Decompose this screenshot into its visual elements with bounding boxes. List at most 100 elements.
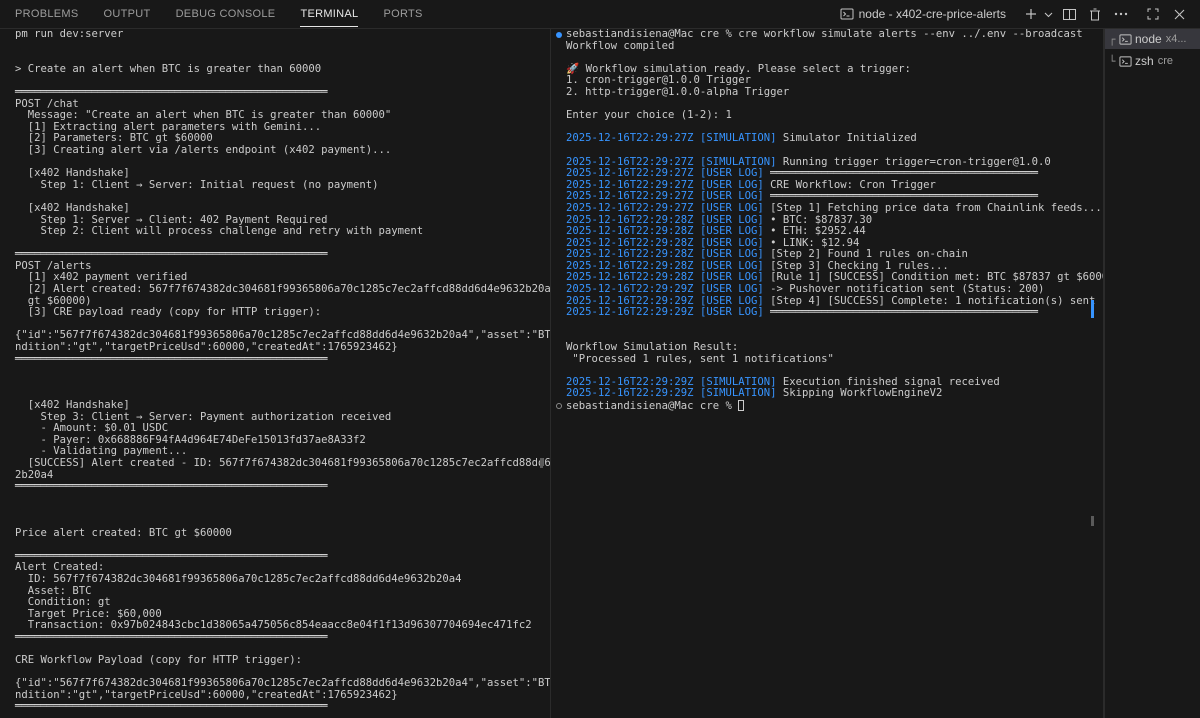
terminal-line: ════════════════════════════════════════… bbox=[15, 248, 328, 261]
terminal-output-left[interactable]: pm run dev:server > Create an alert when… bbox=[0, 29, 550, 718]
log-text: ════════════════════════════════════════… bbox=[763, 190, 1038, 203]
terminal-line: Price alert created: BTC gt $60000 bbox=[15, 526, 232, 539]
line-text bbox=[566, 98, 572, 110]
plus-icon[interactable] bbox=[1020, 3, 1042, 25]
terminal-line: ════════════════════════════════════════… bbox=[15, 700, 328, 713]
maximize-icon[interactable] bbox=[1142, 3, 1164, 25]
log-timestamp: 2025-12-16T22:29:29Z bbox=[566, 375, 694, 388]
log-tag: [USER LOG] bbox=[699, 201, 764, 214]
terminal-output-right[interactable]: sebastiandisiena@Mac cre % cre workflow … bbox=[551, 29, 1103, 413]
log-tag: [USER LOG] bbox=[699, 283, 764, 296]
close-icon[interactable] bbox=[1168, 3, 1190, 25]
tab-problems[interactable]: PROBLEMS bbox=[15, 0, 79, 28]
split-terminal-icon[interactable] bbox=[1058, 3, 1080, 25]
line-text: Enter your choice (1-2): 1 bbox=[566, 109, 732, 122]
terminal-line: ID: 567f7f674382dc304681f99365806a70c128… bbox=[15, 572, 462, 585]
command-success-marker[interactable] bbox=[556, 32, 562, 38]
terminal-selector[interactable]: node - x402-cre-price-alerts bbox=[840, 7, 1006, 21]
log-tag: [USER LOG] bbox=[699, 294, 764, 307]
scrollbar-left[interactable] bbox=[540, 458, 543, 468]
terminal-line: ════════════════════════════════════════… bbox=[15, 85, 328, 98]
log-text: CRE Workflow: Cron Trigger bbox=[763, 178, 936, 191]
log-tag: [USER LOG] bbox=[699, 236, 764, 249]
terminal-list: ┌ node x4... └ zsh cre bbox=[1104, 29, 1200, 718]
terminal-list-item-zsh[interactable]: └ zsh cre bbox=[1105, 51, 1200, 71]
chevron-down-icon[interactable] bbox=[1042, 3, 1054, 25]
log-timestamp: 2025-12-16T22:29:29Z bbox=[566, 306, 694, 319]
terminal-line: [3] Creating alert via /alerts endpoint … bbox=[15, 143, 392, 156]
log-timestamp: 2025-12-16T22:29:28Z bbox=[566, 271, 694, 284]
log-timestamp: 2025-12-16T22:29:28Z bbox=[566, 248, 694, 261]
terminal-line: "Processed 1 rules, sent 1 notifications… bbox=[566, 352, 1103, 366]
terminal-list-item-node[interactable]: ┌ node x4... bbox=[1105, 29, 1200, 49]
log-text: Simulator Initialized bbox=[776, 132, 917, 145]
line-text bbox=[566, 364, 572, 376]
terminal-line: [SUCCESS] Alert created - ID: 567f7f6743… bbox=[15, 456, 550, 469]
log-text: • LINK: $12.94 bbox=[763, 236, 860, 249]
tab-ports[interactable]: PORTS bbox=[383, 0, 422, 28]
terminal-line: Workflow compiled bbox=[566, 39, 1103, 53]
scrollbar-right[interactable] bbox=[1091, 516, 1094, 526]
line-text bbox=[566, 51, 572, 63]
trash-icon[interactable] bbox=[1084, 3, 1106, 25]
log-tag: [SIMULATION] bbox=[699, 155, 777, 168]
command-pending-marker[interactable] bbox=[556, 403, 562, 409]
terminal-line: pm run dev:server bbox=[15, 29, 124, 40]
log-timestamp: 2025-12-16T22:29:27Z bbox=[566, 132, 694, 145]
line-text: 2. http-trigger@1.0.0-alpha Trigger bbox=[566, 85, 790, 98]
terminal-pane-left[interactable]: pm run dev:server > Create an alert when… bbox=[0, 29, 550, 718]
terminal-line: [x402 Handshake] bbox=[15, 201, 130, 214]
terminal-line: ndition":"gt","targetPriceUsd":60000,"cr… bbox=[15, 341, 398, 354]
log-tag: [USER LOG] bbox=[699, 225, 764, 238]
log-text: [Step 1] Fetching price data from Chainl… bbox=[763, 201, 1102, 214]
terminal-line: Condition: gt bbox=[15, 596, 111, 609]
line-text bbox=[566, 144, 572, 156]
terminal-line: [x402 Handshake] bbox=[15, 399, 130, 411]
scrollbar-marker-right[interactable] bbox=[1091, 300, 1094, 318]
log-text: • ETH: $2952.44 bbox=[763, 225, 866, 238]
terminal-cursor bbox=[738, 400, 745, 411]
terminal-icon bbox=[840, 7, 854, 21]
log-timestamp: 2025-12-16T22:29:27Z bbox=[566, 167, 694, 180]
log-timestamp: 2025-12-16T22:29:27Z bbox=[566, 201, 694, 214]
log-tag: [SIMULATION] bbox=[699, 132, 777, 145]
log-text: [Step 2] Found 1 rules on-chain bbox=[763, 248, 968, 261]
line-text: Workflow compiled bbox=[566, 39, 675, 52]
log-timestamp: 2025-12-16T22:29:28Z bbox=[566, 259, 694, 272]
terminal-list-label: zsh bbox=[1135, 54, 1154, 68]
tab-terminal[interactable]: TERMINAL bbox=[300, 0, 359, 28]
tab-output[interactable]: OUTPUT bbox=[104, 0, 151, 28]
terminal-line: sebastiandisiena@Mac cre % bbox=[556, 400, 1103, 413]
line-text: sebastiandisiena@Mac cre % cre workflow … bbox=[566, 29, 1083, 40]
ellipsis-icon[interactable] bbox=[1110, 3, 1132, 25]
terminal-icon bbox=[1119, 33, 1132, 46]
log-tag: [USER LOG] bbox=[699, 167, 764, 180]
tree-connector: ┌ bbox=[1108, 32, 1116, 46]
log-timestamp: 2025-12-16T22:29:27Z bbox=[566, 155, 694, 168]
log-text: [Step 3] Checking 1 rules... bbox=[763, 259, 949, 272]
log-text: Running trigger trigger=cron-trigger@1.0… bbox=[776, 155, 1051, 168]
terminal-line: Enter your choice (1-2): 1 bbox=[566, 109, 1103, 122]
log-timestamp: 2025-12-16T22:29:28Z bbox=[566, 225, 694, 238]
line-text: "Processed 1 rules, sent 1 notifications… bbox=[566, 352, 834, 365]
terminal-line: ════════════════════════════════════════… bbox=[15, 352, 328, 365]
terminal-list-sublabel: x4... bbox=[1165, 33, 1187, 45]
log-text: • BTC: $87837.30 bbox=[763, 213, 873, 226]
terminal-pane-right[interactable]: sebastiandisiena@Mac cre % cre workflow … bbox=[551, 29, 1103, 718]
terminal-line: 2025-12-16T22:29:29Z [USER LOG] ════════… bbox=[566, 306, 1103, 319]
log-timestamp: 2025-12-16T22:29:29Z bbox=[566, 283, 694, 296]
tab-debug-console[interactable]: DEBUG CONSOLE bbox=[176, 0, 276, 28]
terminal-line: [x402 Handshake] bbox=[15, 167, 130, 180]
terminal-line: > Create an alert when BTC is greater th… bbox=[15, 62, 322, 75]
line-text: 🚀 Workflow simulation ready. Please sele… bbox=[566, 62, 911, 75]
log-tag: [USER LOG] bbox=[699, 190, 764, 203]
terminal-line: 2025-12-16T22:29:27Z [SIMULATION] Simula… bbox=[566, 133, 1103, 145]
terminal-line: 2. http-trigger@1.0.0-alpha Trigger bbox=[566, 85, 1103, 99]
terminal-line: [3] CRE payload ready (copy for HTTP tri… bbox=[15, 306, 322, 319]
panel-tabs: PROBLEMS OUTPUT DEBUG CONSOLE TERMINAL PORTS bbox=[0, 0, 448, 28]
log-tag: [USER LOG] bbox=[699, 248, 764, 261]
